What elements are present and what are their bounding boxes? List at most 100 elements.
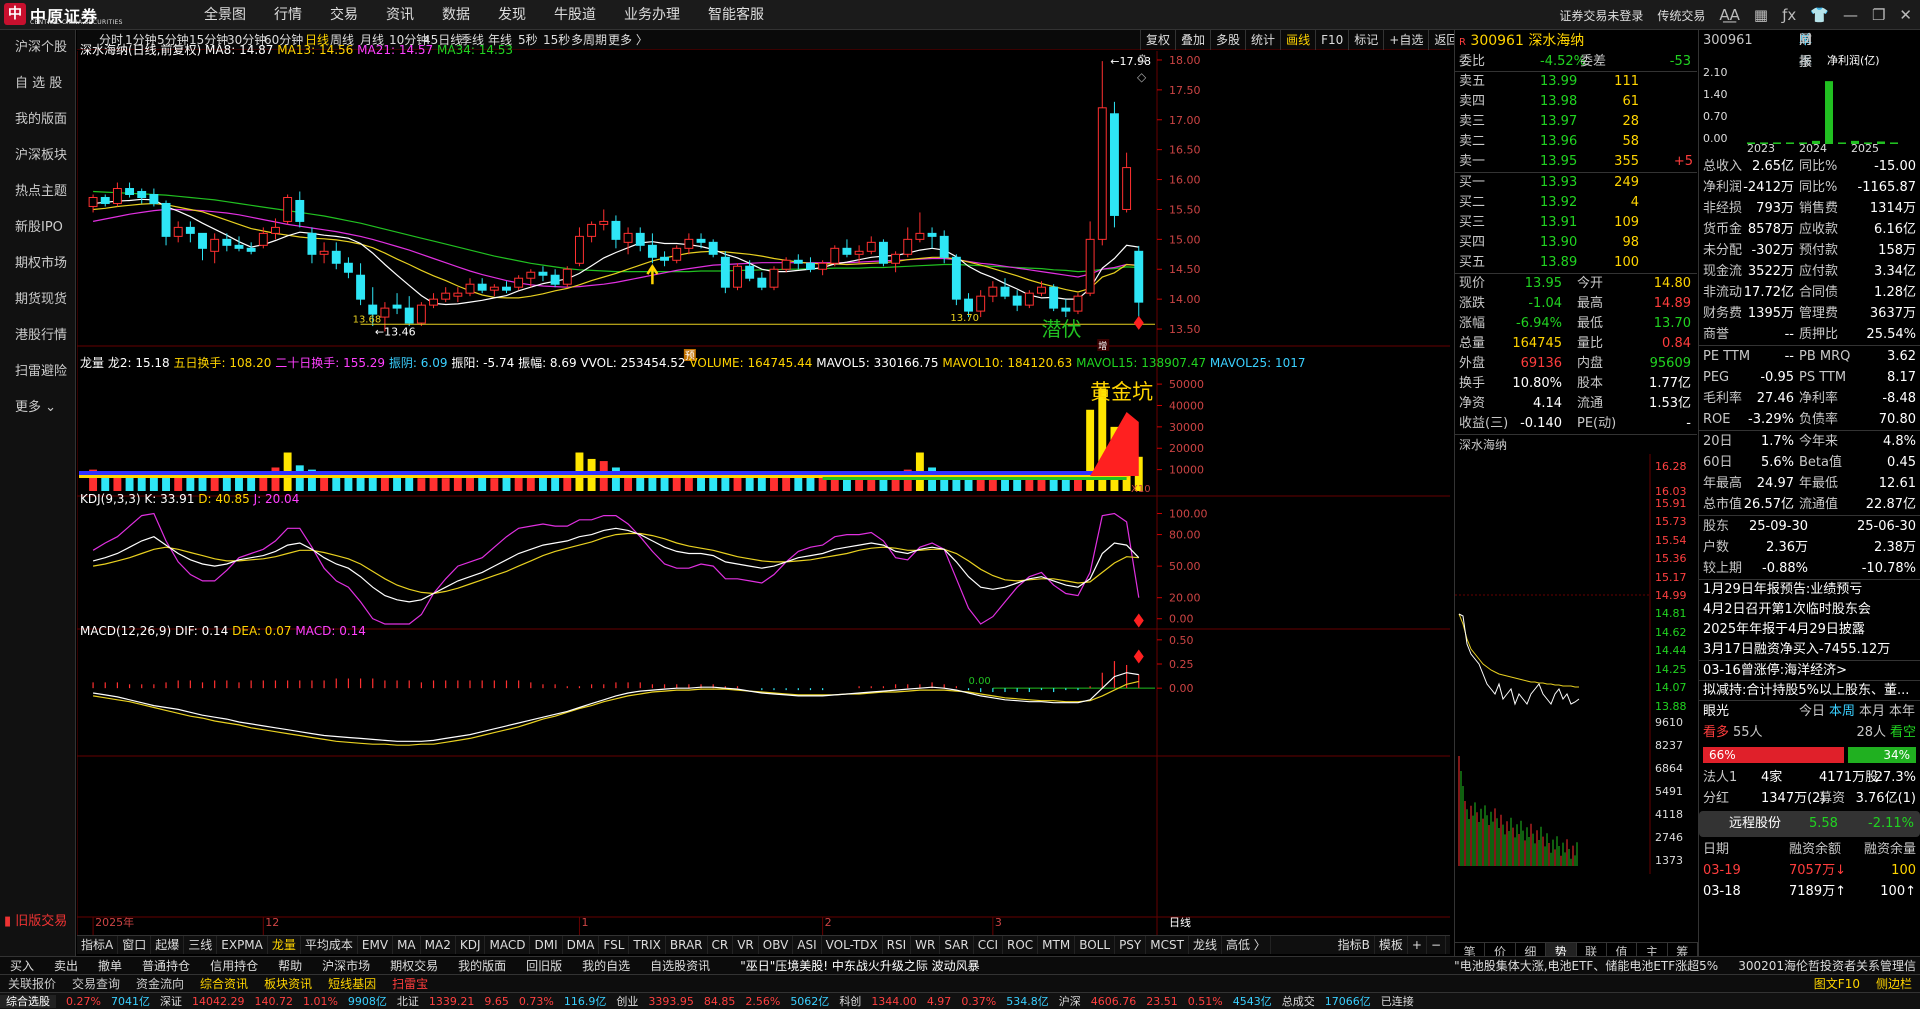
trade-shortcut-10[interactable]: 我的自选	[572, 957, 640, 974]
indicator-tab-8[interactable]: MA	[393, 936, 421, 954]
bottom-tab-6[interactable]: 扫雷宝	[384, 975, 436, 992]
indicator-tab-6[interactable]: 平均成本	[301, 936, 358, 954]
trade-shortcut-11[interactable]: 自选股资讯	[640, 957, 720, 974]
news-right[interactable]: "电池股集体大涨,电池ETF、储能电池ETF涨超5%	[1454, 957, 1718, 974]
chart-tool-2[interactable]: 多股	[1210, 30, 1245, 50]
sidebar-item-5[interactable]: 新股IPO	[0, 210, 75, 246]
indicator-tab-19[interactable]: OBV	[759, 936, 794, 954]
bottom-right-0[interactable]: 图文F10	[1806, 975, 1868, 992]
grid-icon[interactable]: ▦	[1754, 6, 1768, 24]
indicator-tab-2[interactable]: 起爆	[151, 936, 185, 954]
restore-icon[interactable]: ❐	[1872, 6, 1885, 24]
indicator-tab-1[interactable]: 窗口	[118, 936, 152, 954]
news-item-2[interactable]: 2025年年报于4月29日披露	[1699, 620, 1920, 640]
indicator-tab-14[interactable]: FSL	[599, 936, 630, 954]
trade-shortcut-8[interactable]: 我的版面	[448, 957, 516, 974]
indicator-tab-9[interactable]: MA2	[421, 936, 456, 954]
menu-item-3[interactable]: 资讯	[372, 0, 428, 30]
trade-shortcut-7[interactable]: 期权交易	[380, 957, 448, 974]
intraday-chart[interactable]: 16.2816.0315.9115.7315.5415.3615.1714.99…	[1455, 454, 1698, 874]
indicator-tab-5[interactable]: 龙量	[268, 936, 301, 954]
indicator-tab-17[interactable]: CR	[708, 936, 734, 954]
indicator-tab-4[interactable]: EXPMA	[217, 936, 268, 954]
menu-item-0[interactable]: 全景图	[190, 0, 260, 30]
menu-item-8[interactable]: 智能客服	[694, 0, 778, 30]
sentiment-tab-2[interactable]: 本月	[1859, 701, 1885, 722]
bottom-tab-2[interactable]: 资金流向	[128, 975, 192, 992]
period-tab-13[interactable]: 5秒	[518, 30, 538, 50]
trade-shortcut-6[interactable]: 沪深市场	[312, 957, 380, 974]
remote-stock-popup[interactable]: 远程股份 5.58 -2.11%	[1699, 811, 1920, 837]
skin-icon[interactable]: 👕	[1810, 6, 1829, 24]
period-tab-15[interactable]: 多周期	[571, 30, 607, 50]
trade-shortcut-3[interactable]: 普通持仓	[132, 957, 200, 974]
trade-shortcut-4[interactable]: 信用持仓	[200, 957, 268, 974]
indicator-tab-12[interactable]: DMI	[530, 936, 563, 954]
indicator-tab-21[interactable]: VOL-TDX	[822, 936, 883, 954]
indicator-right-0[interactable]: 指标B	[1334, 936, 1375, 954]
trade-shortcut-2[interactable]: 撤单	[88, 957, 132, 974]
indicator-tab-15[interactable]: TRIX	[629, 936, 666, 954]
chart-tool-0[interactable]: 复权	[1140, 30, 1175, 50]
sidebar-item-8[interactable]: 港股行情	[0, 318, 75, 354]
bottom-tab-1[interactable]: 交易查询	[64, 975, 128, 992]
indicator-tab-27[interactable]: MTM	[1038, 936, 1076, 954]
menu-item-2[interactable]: 交易	[316, 0, 372, 30]
indicator-tab-11[interactable]: MACD	[485, 936, 531, 954]
minimize-icon[interactable]: —	[1843, 6, 1858, 24]
trade-login-link[interactable]: 证券交易未登录	[1559, 7, 1643, 24]
indicator-tab-13[interactable]: DMA	[563, 936, 600, 954]
trade-shortcut-1[interactable]: 卖出	[44, 957, 88, 974]
bottom-tab-4[interactable]: 板块资讯	[256, 975, 320, 992]
bottom-right-1[interactable]: 侧边栏	[1868, 975, 1920, 992]
chart-tool-7[interactable]: +自选	[1383, 30, 1428, 50]
classic-trade-link[interactable]: 传统交易	[1657, 7, 1705, 24]
trade-shortcut-5[interactable]: 帮助	[268, 957, 312, 974]
indicator-tab-30[interactable]: MCST	[1146, 936, 1189, 954]
sidebar-item-3[interactable]: 沪深板块	[0, 138, 75, 174]
fin-tab-2[interactable]: 财报	[1799, 30, 1812, 74]
sidebar-item-2[interactable]: 我的版面	[0, 102, 75, 138]
indicator-tab-20[interactable]: ASI	[793, 936, 822, 954]
indicator-tab-18[interactable]: VR	[733, 936, 759, 954]
sidebar-item-0[interactable]: 沪深个股	[0, 30, 75, 66]
sentiment-tab-0[interactable]: 今日	[1799, 701, 1825, 722]
news-item-0[interactable]: 1月29日年报预告:业绩预亏	[1699, 580, 1920, 600]
chart-tool-4[interactable]: 画线	[1280, 30, 1315, 50]
indicator-tab-0[interactable]: 指标A	[77, 936, 119, 954]
indicator-tab-7[interactable]: EMV	[358, 936, 394, 954]
formula-icon[interactable]: ƒx	[1782, 6, 1796, 24]
sidebar-item-10[interactable]: 更多 ⌄	[0, 390, 75, 426]
sentiment-tab-1[interactable]: 本周	[1829, 701, 1855, 722]
chart-tool-3[interactable]: 统计	[1245, 30, 1280, 50]
news-item-1[interactable]: 4月2日召开第1次临时股东会	[1699, 600, 1920, 620]
indicator-tab-16[interactable]: BRAR	[666, 936, 708, 954]
close-icon[interactable]: ✕	[1899, 6, 1912, 24]
chart-tool-6[interactable]: 标记	[1348, 30, 1383, 50]
bottom-tab-5[interactable]: 短线基因	[320, 975, 384, 992]
menu-item-5[interactable]: 发现	[484, 0, 540, 30]
indicator-tab-22[interactable]: RSI	[883, 936, 912, 954]
indicator-tab-32[interactable]: 高低 〉	[1222, 936, 1271, 954]
trade-shortcut-0[interactable]: 买入	[0, 957, 44, 974]
indicator-tab-29[interactable]: PSY	[1115, 936, 1147, 954]
sidebar-item-1[interactable]: 自 选 股	[0, 66, 75, 102]
sidebar-item-4[interactable]: 热点主题	[0, 174, 75, 210]
indicator-tab-28[interactable]: BOLL	[1075, 936, 1116, 954]
indicator-tab-10[interactable]: KDJ	[456, 936, 486, 954]
indicator-tab-31[interactable]: 龙线	[1189, 936, 1222, 954]
status-label[interactable]: 综合选股	[0, 995, 56, 1008]
period-tab-14[interactable]: 15秒	[543, 30, 570, 50]
indicator-tab-26[interactable]: ROC	[1003, 936, 1039, 954]
sidebar-item-6[interactable]: 期权市场	[0, 246, 75, 282]
chart-tool-1[interactable]: 叠加	[1175, 30, 1210, 50]
sentiment-tab-3[interactable]: 本年	[1889, 701, 1915, 722]
indicator-add-icon[interactable]: +	[1408, 936, 1427, 954]
old-version-trade-link[interactable]: ▮ 旧版交易	[4, 910, 67, 929]
indicator-tab-24[interactable]: SAR	[940, 936, 974, 954]
indicator-remove-icon[interactable]: −	[1427, 936, 1446, 954]
period-tab-16[interactable]: 更多 〉	[608, 30, 648, 50]
menu-item-4[interactable]: 数据	[428, 0, 484, 30]
indicator-tab-23[interactable]: WR	[911, 936, 941, 954]
sidebar-item-9[interactable]: 扫雷避险	[0, 354, 75, 390]
